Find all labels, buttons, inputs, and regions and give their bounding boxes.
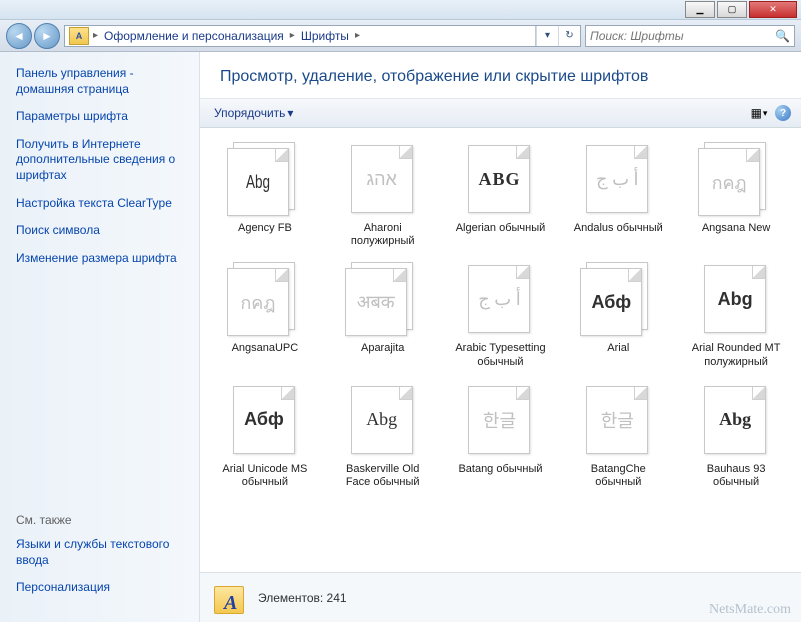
organize-button[interactable]: Упорядочить ▾ xyxy=(210,104,297,122)
chevron-right-icon: ▸ xyxy=(355,30,360,41)
font-sample: أ ب ج xyxy=(596,169,639,190)
font-item[interactable]: Abg Baskerville Old Face обычный xyxy=(326,379,440,493)
forward-button[interactable]: ► xyxy=(34,23,60,49)
font-sample: 한글 xyxy=(483,407,516,433)
fonts-folder-icon: A xyxy=(69,27,89,45)
sidebar-link[interactable]: Панель управления - домашняя страница xyxy=(16,66,183,97)
fonts-folder-icon: A xyxy=(212,582,246,614)
font-item[interactable]: กคฎ AngsanaUPC xyxy=(208,258,322,372)
font-sample: Abg xyxy=(246,172,270,193)
page-title: Просмотр, удаление, отображение или скры… xyxy=(200,52,801,98)
font-sample: Abg xyxy=(719,409,751,430)
search-input[interactable] xyxy=(590,29,775,43)
sidebar-link[interactable]: Настройка текста ClearType xyxy=(16,196,183,212)
sidebar-link[interactable]: Языки и службы текстового ввода xyxy=(16,537,183,568)
font-sample: 한글 xyxy=(601,407,634,433)
font-sample: Абф xyxy=(591,292,631,313)
font-item[interactable]: अबक Aparajita xyxy=(326,258,440,372)
font-name: Andalus обычный xyxy=(574,222,663,235)
font-item[interactable]: Abg Bauhaus 93 обычный xyxy=(679,379,793,493)
address-bar[interactable]: A ▸ Оформление и персонализация ▸ Шрифты… xyxy=(64,25,581,47)
font-name: Arabic Typesetting обычный xyxy=(450,342,550,368)
search-icon: 🔍 xyxy=(775,29,790,43)
font-sample: אהג xyxy=(367,169,397,190)
font-sample: กคฎ xyxy=(712,168,747,197)
font-name: Algerian обычный xyxy=(456,222,546,235)
font-name: Arial Rounded MT полужирный xyxy=(686,342,786,368)
font-item[interactable]: กคฎ Angsana New xyxy=(679,138,793,252)
sidebar-link[interactable]: Поиск символа xyxy=(16,223,183,239)
breadcrumb[interactable]: Оформление и персонализация xyxy=(98,27,290,45)
font-name: Batang обычный xyxy=(458,463,542,476)
font-item[interactable]: Абф Arial Unicode MS обычный xyxy=(208,379,322,493)
font-name: Arial xyxy=(607,342,629,355)
font-sample: अबक xyxy=(357,290,395,314)
font-name: Agency FB xyxy=(238,222,292,235)
sidebar-link[interactable]: Персонализация xyxy=(16,580,183,596)
font-sample: أ ب ج xyxy=(478,289,521,310)
view-options-button[interactable]: ▦▾ xyxy=(749,104,769,122)
search-box[interactable]: 🔍 xyxy=(585,25,795,47)
chevron-down-icon: ▾ xyxy=(287,106,293,120)
sidebar-link[interactable]: Параметры шрифта xyxy=(16,109,183,125)
font-name: Aparajita xyxy=(361,342,404,355)
close-button[interactable]: ✕ xyxy=(749,1,797,18)
breadcrumb[interactable]: Шрифты xyxy=(295,27,355,45)
help-button[interactable]: ? xyxy=(775,105,791,121)
back-button[interactable]: ◄ xyxy=(6,23,32,49)
status-bar: A Элементов: 241 xyxy=(200,572,801,622)
address-dropdown-button[interactable]: ▾ xyxy=(536,26,558,46)
see-also-header: См. также xyxy=(16,513,183,527)
font-name: BatangChe обычный xyxy=(568,463,668,489)
maximize-button[interactable]: ▢ xyxy=(717,1,747,18)
font-item[interactable]: أ ب ج Arabic Typesetting обычный xyxy=(444,258,558,372)
font-sample: Abg xyxy=(366,409,397,430)
refresh-button[interactable]: ↻ xyxy=(558,26,580,46)
sidebar-link[interactable]: Изменение размера шрифта xyxy=(16,251,183,267)
font-sample: Абф xyxy=(244,409,284,430)
font-item[interactable]: ABG Algerian обычный xyxy=(444,138,558,252)
font-item[interactable]: Абф Arial xyxy=(561,258,675,372)
font-name: Arial Unicode MS обычный xyxy=(215,463,315,489)
font-sample: Abg xyxy=(718,289,753,310)
font-item[interactable]: Abg Agency FB xyxy=(208,138,322,252)
status-text: Элементов: 241 xyxy=(258,591,347,605)
minimize-button[interactable]: ▁ xyxy=(685,1,715,18)
sidebar: Панель управления - домашняя страница Пар… xyxy=(0,52,200,622)
font-name: Baskerville Old Face обычный xyxy=(333,463,433,489)
font-name: AngsanaUPC xyxy=(232,342,299,355)
font-item[interactable]: 한글 BatangChe обычный xyxy=(561,379,675,493)
font-sample: กคฎ xyxy=(240,288,275,317)
font-item[interactable]: Abg Arial Rounded MT полужирный xyxy=(679,258,793,372)
font-grid: Abg Agency FB אהג Aharoni полужирный ABG Alge… xyxy=(200,128,801,572)
sidebar-link[interactable]: Получить в Интернете дополнительные свед… xyxy=(16,137,183,184)
font-item[interactable]: أ ب ج Andalus обычный xyxy=(561,138,675,252)
font-name: Aharoni полужирный xyxy=(333,222,433,248)
font-item[interactable]: 한글 Batang обычный xyxy=(444,379,558,493)
font-item[interactable]: אהג Aharoni полужирный xyxy=(326,138,440,252)
font-name: Angsana New xyxy=(702,222,771,235)
font-name: Bauhaus 93 обычный xyxy=(686,463,786,489)
font-sample: ABG xyxy=(478,169,520,190)
